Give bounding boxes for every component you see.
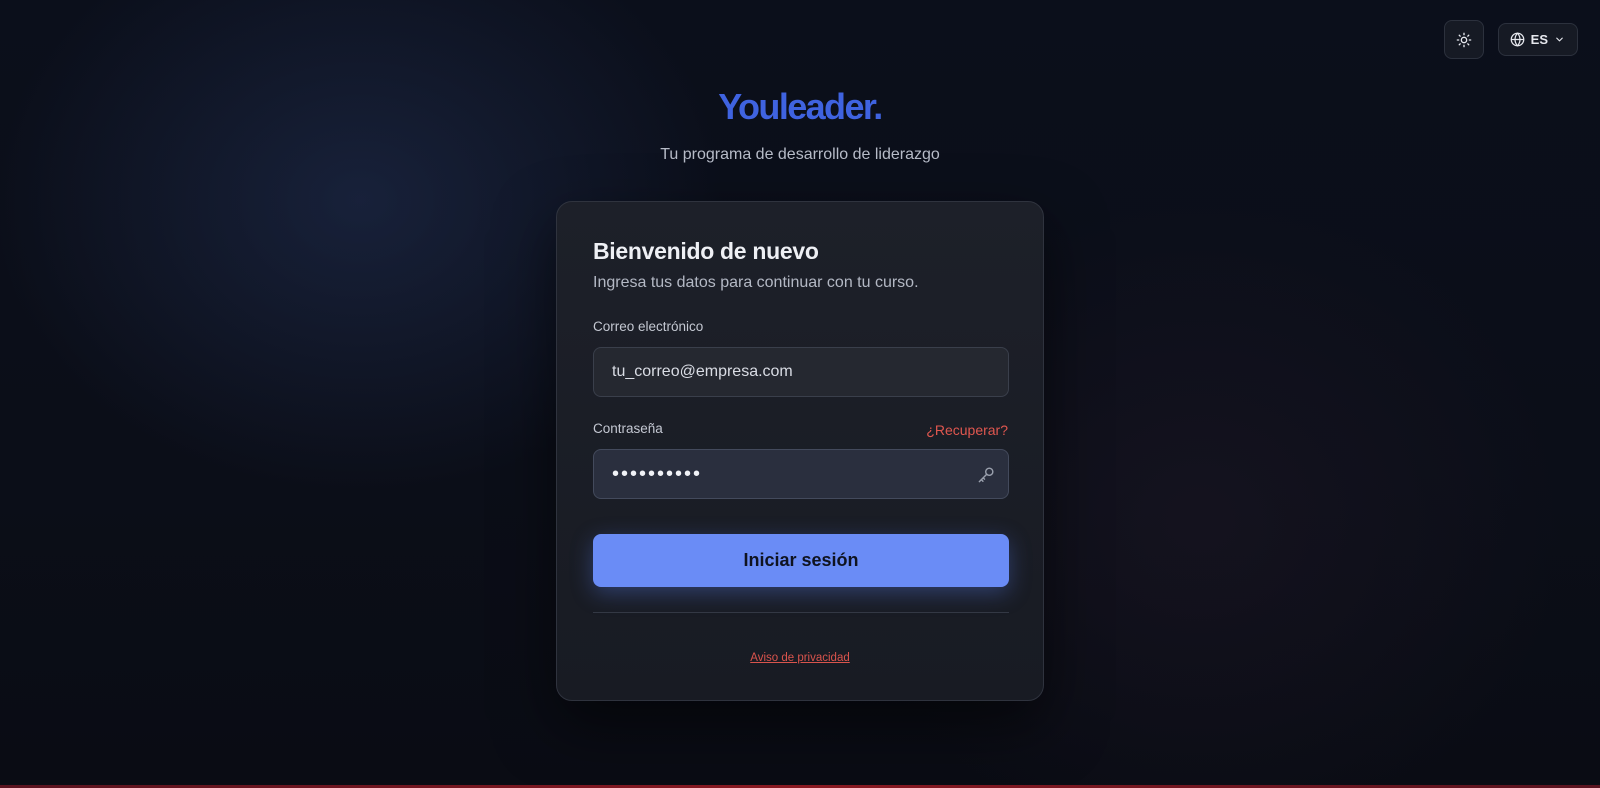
login-title: Bienvenido de nuevo: [593, 238, 819, 264]
language-code: ES: [1530, 32, 1548, 47]
chevron-down-icon: [1556, 37, 1563, 42]
password-label: Contraseña: [593, 421, 663, 436]
privacy-link[interactable]: Aviso de privacidad: [750, 652, 850, 664]
key-icon[interactable]: [977, 465, 996, 484]
login-subtitle: Ingresa tus datos para continuar con tu …: [593, 274, 919, 291]
password-field[interactable]: ••••••••••: [593, 449, 1009, 499]
recover-password-link[interactable]: ¿Recuperar?: [926, 422, 1008, 438]
top-controls: ES: [1443, 20, 1578, 59]
password-value: ••••••••••: [612, 463, 703, 485]
privacy-container: Aviso de privacidad: [557, 648, 1043, 666]
email-value: tu_correo@empresa.com: [612, 363, 793, 380]
theme-toggle-button[interactable]: [1443, 20, 1484, 59]
brand-tagline: Tu programa de desarrollo de liderazgo: [660, 146, 940, 163]
brand-logo: Youleader.: [718, 86, 883, 127]
globe-icon: [1510, 32, 1525, 47]
language-selector[interactable]: ES: [1497, 23, 1578, 56]
login-button[interactable]: Iniciar sesión: [593, 534, 1009, 587]
email-field[interactable]: tu_correo@empresa.com: [593, 347, 1009, 397]
login-card: Bienvenido de nuevo Ingresa tus datos pa…: [556, 201, 1044, 701]
sun-icon: [1456, 32, 1471, 47]
email-label: Correo electrónico: [593, 319, 704, 334]
divider: [593, 612, 1009, 613]
